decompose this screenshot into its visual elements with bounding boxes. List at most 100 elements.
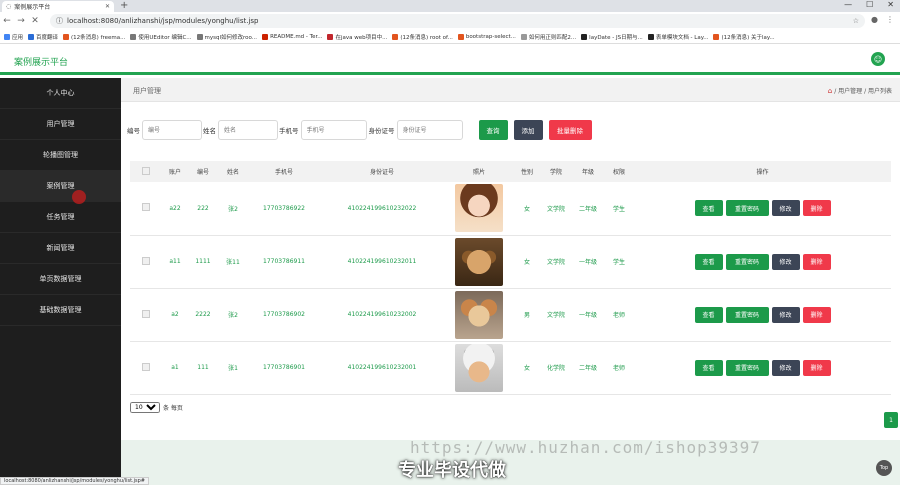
row-checkbox[interactable] bbox=[142, 309, 150, 318]
view-button[interactable]: 查看 bbox=[694, 359, 723, 376]
minimize-icon[interactable]: — bbox=[844, 0, 852, 9]
breadcrumb: ⌂ / 用户管理 / 用户列表 bbox=[828, 86, 892, 96]
bookmark-item[interactable]: 使用UEditor 编辑C... bbox=[130, 33, 192, 41]
header-photo: 照片 bbox=[444, 161, 514, 182]
reset-password-button[interactable]: 重置密码 bbox=[725, 253, 769, 270]
delete-button[interactable]: 删除 bbox=[802, 306, 831, 323]
delete-button[interactable]: 删除 bbox=[802, 359, 831, 376]
bookmarks-bar: 应用 百度翻译 (12条消息) freema... 使用UEditor 编辑C... m… bbox=[0, 30, 900, 44]
close-window-icon[interactable]: ✕ bbox=[887, 0, 894, 9]
bianhao-input[interactable] bbox=[142, 120, 202, 140]
add-button[interactable]: 添加 bbox=[513, 120, 543, 140]
page-number-button[interactable]: 1 bbox=[884, 412, 898, 428]
bookmark-item[interactable]: 表单模块文档 - Lay... bbox=[647, 33, 709, 41]
sidebar-item[interactable]: 个人中心 bbox=[0, 78, 121, 109]
row-checkbox[interactable] bbox=[142, 362, 150, 371]
view-button[interactable]: 查看 bbox=[694, 306, 723, 323]
sidebar-item[interactable]: 基础数据管理 bbox=[0, 295, 121, 326]
bookmark-icon bbox=[581, 33, 588, 40]
breadcrumb-path: / 用户管理 / 用户列表 bbox=[834, 88, 892, 95]
cell-account: a22 bbox=[162, 182, 188, 236]
new-tab-button[interactable]: + bbox=[120, 0, 128, 11]
main-content: 用户管理 ⌂ / 用户管理 / 用户列表 编号 姓名 手机号 身份证号 查询 添… bbox=[121, 78, 900, 485]
profile-icon[interactable]: ● bbox=[871, 15, 878, 24]
header-phone: 手机号 bbox=[248, 161, 320, 182]
window-controls: — ☐ ✕ bbox=[844, 0, 894, 9]
forward-icon[interactable]: → bbox=[14, 16, 28, 26]
bookmark-item[interactable]: layDate - JS日期与... bbox=[581, 33, 643, 41]
bookmark-label: mysql如何修改roo... bbox=[204, 34, 258, 41]
back-icon[interactable]: ← bbox=[0, 16, 14, 26]
bookmark-star-icon[interactable]: ☆ bbox=[853, 17, 859, 25]
app-header: 案例展示平台 ☺ bbox=[0, 45, 900, 75]
name-label: 姓名 bbox=[203, 127, 216, 135]
cell-phone: 17703786911 bbox=[248, 235, 320, 289]
bookmark-label: 应用 bbox=[12, 34, 24, 41]
sidebar-item[interactable]: 新闻管理 bbox=[0, 233, 121, 264]
select-all-checkbox[interactable] bbox=[142, 166, 150, 175]
bookmark-item[interactable]: 在java web项目中... bbox=[327, 33, 387, 41]
reset-password-button[interactable]: 重置密码 bbox=[725, 200, 769, 217]
watermark-text: https://www.huzhan.com/ishop39397 bbox=[410, 438, 761, 457]
bookmark-item[interactable]: (12条消息) 关于lay... bbox=[713, 33, 775, 41]
address-bar[interactable]: ⓘ localhost:8080/anlizhanshi/jsp/modules… bbox=[50, 14, 865, 28]
bookmark-label: (12条消息) 关于lay... bbox=[721, 34, 775, 41]
sidebar-item[interactable]: 单页数据管理 bbox=[0, 264, 121, 295]
row-checkbox-cell bbox=[130, 288, 162, 342]
edit-button[interactable]: 修改 bbox=[771, 306, 800, 323]
sidebar-item[interactable]: 用户管理 bbox=[0, 109, 121, 140]
cell-gender: 男 bbox=[514, 288, 540, 342]
cell-idcard: 410224199610232022 bbox=[320, 182, 444, 236]
maximize-icon[interactable]: ☐ bbox=[866, 0, 873, 9]
bookmark-icon bbox=[392, 33, 399, 40]
delete-button[interactable]: 删除 bbox=[802, 253, 831, 270]
query-button[interactable]: 查询 bbox=[478, 120, 508, 140]
bookmark-item[interactable]: 如何用正则匹配2... bbox=[520, 33, 576, 41]
edit-button[interactable]: 修改 bbox=[771, 200, 800, 217]
delete-button[interactable]: 删除 bbox=[802, 200, 831, 217]
bookmark-item[interactable]: README.md - Ter... bbox=[262, 33, 322, 40]
cell-ops: 查看 重置密码 修改 删除 bbox=[634, 235, 891, 289]
bookmark-item[interactable]: (12条消息) freema... bbox=[63, 33, 125, 41]
edit-button[interactable]: 修改 bbox=[771, 359, 800, 376]
name-input[interactable] bbox=[218, 120, 278, 140]
idcard-input[interactable] bbox=[396, 120, 463, 140]
back-to-top-button[interactable]: Top bbox=[876, 460, 892, 476]
sidebar-item[interactable]: 轮播图管理 bbox=[0, 140, 121, 171]
bookmark-icon bbox=[63, 33, 70, 40]
row-checkbox[interactable] bbox=[142, 203, 150, 212]
bianhao-label: 编号 bbox=[127, 127, 140, 135]
phone-label: 手机号 bbox=[279, 127, 299, 135]
menu-icon[interactable]: ⋮ bbox=[886, 15, 894, 24]
reset-password-button[interactable]: 重置密码 bbox=[725, 359, 769, 376]
view-button[interactable]: 查看 bbox=[694, 200, 723, 217]
sidebar-item[interactable]: 案例管理 bbox=[0, 171, 121, 202]
batch-delete-button[interactable]: 批量删除 bbox=[548, 120, 592, 140]
bookmark-item[interactable]: mysql如何修改roo... bbox=[196, 33, 258, 41]
page-size-select[interactable]: 10 bbox=[130, 402, 160, 413]
bookmark-label: 表单模块文档 - Lay... bbox=[655, 34, 709, 41]
bookmark-item[interactable]: (12条消息) root of... bbox=[392, 33, 453, 41]
info-icon[interactable]: ⓘ bbox=[56, 16, 63, 26]
bookmark-item[interactable]: bootstrap-select... bbox=[457, 33, 516, 40]
bookmark-label: 百度翻译 bbox=[36, 34, 59, 41]
header-name: 姓名 bbox=[218, 161, 248, 182]
address-row: ← → ✕ ⓘ localhost:8080/anlizhanshi/jsp/m… bbox=[0, 12, 900, 30]
browser-tab[interactable]: ◌ 案例展示平台 ✕ bbox=[2, 1, 114, 12]
view-button[interactable]: 查看 bbox=[694, 253, 723, 270]
reset-password-button[interactable]: 重置密码 bbox=[725, 306, 769, 323]
bookmark-item[interactable]: 应用 bbox=[4, 33, 23, 41]
stop-icon[interactable]: ✕ bbox=[28, 16, 42, 26]
home-icon[interactable]: ⌂ bbox=[828, 87, 832, 95]
browser-tab-bar: ◌ 案例展示平台 ✕ + — ☐ ✕ bbox=[0, 0, 900, 12]
bookmark-icon bbox=[713, 33, 720, 40]
bookmark-item[interactable]: 百度翻译 bbox=[28, 33, 58, 41]
row-checkbox[interactable] bbox=[142, 256, 150, 265]
edit-button[interactable]: 修改 bbox=[771, 253, 800, 270]
status-url: localhost:8080/anlizhanshi/jsp/modules/y… bbox=[0, 477, 149, 485]
close-tab-icon[interactable]: ✕ bbox=[105, 3, 110, 10]
phone-input[interactable] bbox=[300, 120, 367, 140]
user-avatar-icon[interactable]: ☺ bbox=[871, 52, 885, 66]
sidebar-item[interactable]: 任务管理 bbox=[0, 202, 121, 233]
cell-photo bbox=[444, 288, 514, 342]
